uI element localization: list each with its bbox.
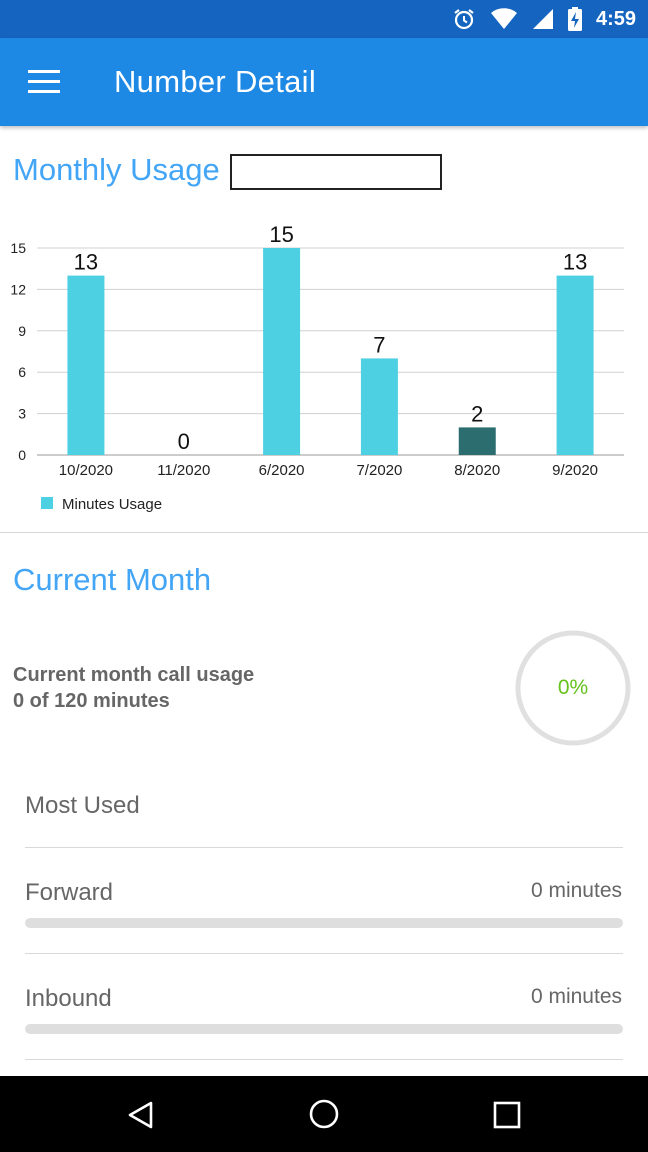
bar	[263, 248, 301, 455]
monthly-usage-chart: 0 3 6 9 12 15 13 10/2020 0 11/2020 15 6/2020 7 7/2020…	[10, 222, 624, 513]
forward-minutes: 0 minutes	[530, 879, 622, 902]
home-circle-icon[interactable]	[308, 1098, 340, 1130]
inbound-minutes: 0 minutes	[530, 985, 622, 1008]
usage-percent: 0%	[557, 676, 589, 699]
hamburger-menu-icon[interactable]	[28, 70, 60, 94]
app-bar: Number Detail	[0, 38, 648, 126]
y-tick-label: 12	[10, 281, 26, 297]
monthly-usage-heading: Monthly Usage	[13, 152, 220, 187]
bar	[458, 427, 496, 455]
x-tick-label: 9/2020	[552, 462, 598, 479]
bar-data-label: 13	[74, 250, 98, 275]
forward-label: Forward	[25, 879, 114, 906]
inbound-progress-bar	[25, 1024, 623, 1034]
month-filter-input[interactable]	[230, 154, 442, 190]
forward-progress-bar	[25, 918, 623, 928]
bar	[67, 275, 105, 455]
usage-label: Current month call usage	[13, 664, 255, 686]
inbound-label: Inbound	[25, 985, 112, 1012]
page-title: Number Detail	[114, 64, 317, 99]
y-tick-label: 6	[18, 364, 26, 380]
legend-swatch	[41, 497, 53, 509]
usage-value: 0 of 120 minutes	[13, 690, 170, 712]
battery-charging-icon	[567, 7, 582, 31]
divider	[25, 1059, 623, 1060]
x-tick-label: 8/2020	[454, 462, 500, 479]
bar-data-label: 2	[471, 401, 483, 426]
navigation-bar	[0, 1076, 648, 1152]
y-tick-label: 3	[18, 406, 26, 422]
bar	[556, 275, 594, 455]
x-tick-label: 11/2020	[157, 462, 210, 479]
section-divider	[0, 532, 648, 533]
current-month-heading: Current Month	[13, 562, 212, 597]
bar	[360, 358, 398, 455]
status-bar: 4:59	[0, 0, 648, 38]
most-used-heading: Most Used	[25, 792, 140, 819]
divider	[25, 953, 623, 954]
bar-data-label: 13	[563, 250, 587, 275]
y-tick-label: 15	[10, 240, 26, 256]
y-tick-label: 9	[18, 323, 26, 339]
legend-label: Minutes Usage	[62, 496, 162, 513]
x-tick-label: 6/2020	[259, 462, 305, 479]
bar-data-label: 0	[178, 429, 190, 454]
divider	[25, 847, 623, 848]
status-time: 4:59	[595, 7, 636, 30]
wifi-icon	[490, 8, 517, 29]
status-icons: 4:59	[452, 0, 636, 38]
x-tick-label: 7/2020	[356, 462, 402, 479]
back-triangle-icon[interactable]	[126, 1100, 156, 1130]
alarm-icon	[454, 9, 474, 30]
cell-signal-icon	[532, 9, 553, 29]
y-tick-label: 0	[18, 447, 26, 463]
bar-data-label: 15	[269, 222, 293, 247]
recents-square-icon[interactable]	[493, 1101, 521, 1129]
bar-data-label: 7	[373, 332, 385, 357]
x-tick-label: 10/2020	[59, 462, 113, 479]
